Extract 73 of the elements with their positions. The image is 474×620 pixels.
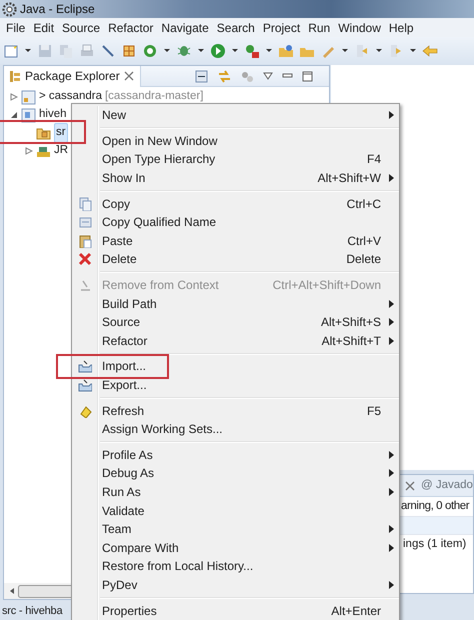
menu-item[interactable]: Import... [72, 357, 399, 376]
grid-icon[interactable] [121, 42, 137, 58]
window-title: Java - Eclipse [20, 1, 95, 18]
import-icon [78, 359, 92, 374]
menu-item[interactable]: Window [334, 18, 385, 36]
menu-item[interactable]: Refactor Alt+Shift+T [72, 332, 399, 350]
project-icon [21, 90, 36, 104]
menu-item[interactable]: Assign Working Sets... [72, 420, 399, 438]
project-icon [21, 108, 36, 122]
ring-icon[interactable] [142, 42, 158, 58]
menu-item[interactable]: Compare With [72, 538, 399, 558]
copy-icon [78, 215, 92, 230]
menu-item[interactable]: Show In Alt+Shift+W [72, 168, 399, 188]
menu-item[interactable]: Debug As [72, 464, 399, 483]
menu-item[interactable]: Refactor [104, 18, 158, 36]
back-arrow-icon[interactable] [422, 42, 438, 58]
status-text: src - hivehba [2, 604, 62, 619]
branch-label: [cassandra-master] [104, 89, 204, 104]
menu-item[interactable]: Help [384, 18, 418, 36]
menu-item[interactable]: Source Alt+Shift+S [72, 312, 399, 332]
menu-item[interactable]: Source [58, 18, 104, 36]
menu-item[interactable]: Project [258, 18, 304, 36]
expanded-arrow-icon[interactable] [10, 111, 18, 119]
scroll-left-icon[interactable] [8, 587, 16, 595]
table-row[interactable]: ings (1 item) [399, 535, 473, 554]
menu-item[interactable]: Properties Alt+Enter [72, 601, 399, 620]
menu-item[interactable]: Paste Ctrl+V [72, 232, 399, 250]
menu-item[interactable]: Build Path [72, 294, 399, 313]
menu-item[interactable]: File [2, 18, 30, 36]
problems-summary: arning, 0 other [400, 498, 470, 514]
menu-item[interactable]: Run [304, 18, 334, 36]
filter-icon[interactable] [241, 70, 254, 82]
menu-item[interactable]: Run As [72, 482, 399, 502]
close-icon[interactable] [405, 480, 415, 490]
delete-icon [78, 252, 92, 266]
menu-item[interactable]: Refresh F5 [72, 401, 399, 420]
minimize-icon[interactable] [282, 72, 293, 80]
collapsed-arrow-icon[interactable] [10, 93, 18, 101]
menu-item[interactable]: Delete Delete [72, 250, 399, 269]
view-menu-icon[interactable] [263, 72, 273, 80]
tree-item-label[interactable]: hiveh [39, 106, 66, 124]
paste-icon [78, 234, 92, 248]
new-icon[interactable] [3, 42, 19, 58]
menu-item[interactable]: PyDev [72, 576, 399, 594]
tree-item-label[interactable]: > cassandra [39, 88, 102, 106]
menu-item[interactable]: New [72, 106, 399, 125]
link-icon[interactable] [217, 70, 232, 82]
tree-item-label[interactable]: sr [54, 123, 68, 143]
folder-icon[interactable] [278, 42, 294, 58]
menu-item[interactable]: Open in New Window [72, 132, 399, 150]
gear-icon [2, 2, 17, 16]
menu-item[interactable]: Copy Ctrl+C [72, 194, 399, 213]
collapse-icon[interactable] [195, 70, 208, 82]
menu-item[interactable]: Export... [72, 376, 399, 394]
library-icon [36, 144, 51, 158]
menu-item[interactable]: Restore from Local History... [72, 557, 399, 576]
tree-item-label[interactable]: JR [54, 142, 68, 160]
menu-item[interactable]: Search [212, 18, 259, 36]
package-folder-icon [36, 126, 51, 140]
menu-item[interactable]: Open Type Hierarchy F4 [72, 150, 399, 169]
maximize-icon[interactable] [302, 70, 313, 82]
menu-item[interactable]: Validate [72, 501, 399, 520]
menu-item[interactable]: Team [72, 520, 399, 538]
export-icon [78, 378, 92, 392]
close-icon[interactable] [124, 71, 134, 81]
menu-item[interactable]: Navigate [157, 18, 213, 36]
menu-item[interactable]: Copy Qualified Name [72, 212, 399, 232]
package-icon [9, 70, 21, 82]
collapsed-arrow-icon[interactable] [24, 147, 32, 155]
menu-item[interactable]: Profile As [72, 446, 399, 464]
menu-item[interactable]: Edit [29, 18, 58, 36]
run-icon[interactable] [210, 42, 226, 58]
copy-icon [78, 196, 92, 211]
